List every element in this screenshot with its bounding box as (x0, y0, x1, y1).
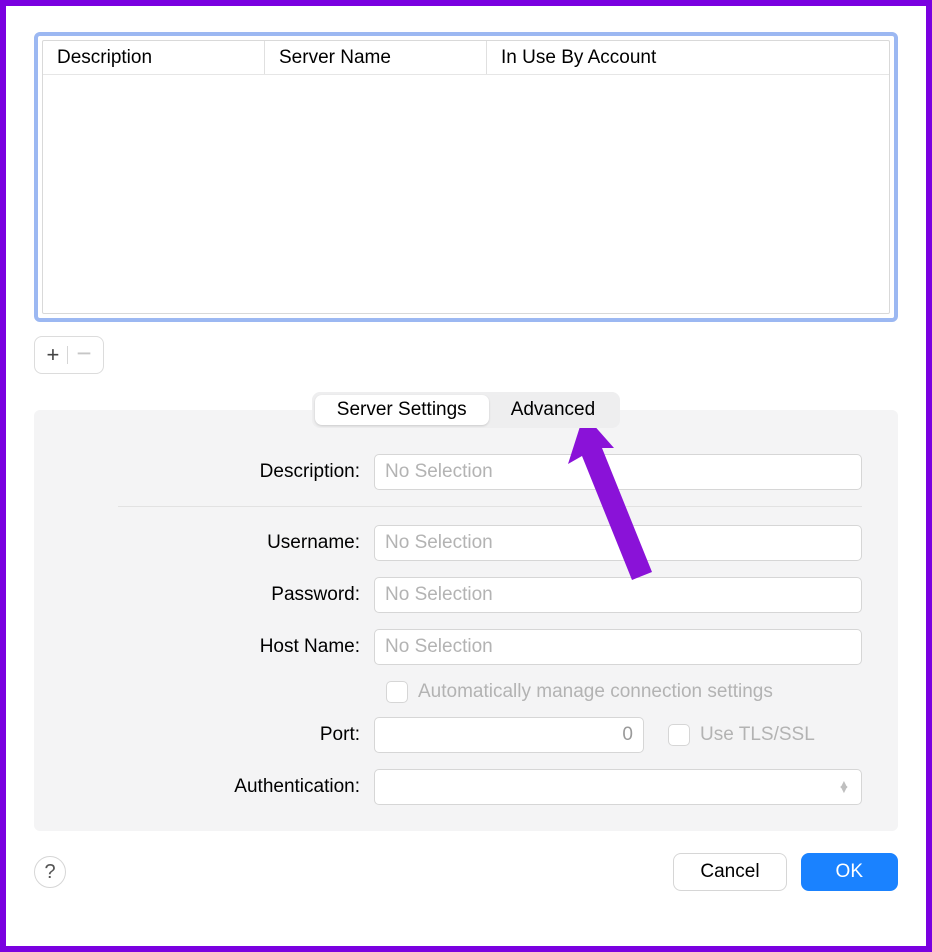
username-label: Username: (70, 532, 360, 554)
table-header-row: Description Server Name In Use By Accoun… (43, 41, 889, 75)
select-arrows-icon: ▲▼ (837, 782, 851, 793)
toolbar-divider (67, 346, 68, 364)
add-server-button[interactable]: + (46, 344, 59, 366)
mail-server-settings-dialog: Description Server Name In Use By Accoun… (0, 0, 932, 952)
cancel-button[interactable]: Cancel (673, 853, 786, 891)
server-list-focus-ring: Description Server Name In Use By Accoun… (34, 32, 898, 322)
authentication-select[interactable]: ▲▼ (374, 769, 862, 805)
description-input[interactable] (374, 454, 862, 490)
form-divider (118, 506, 862, 507)
port-label: Port: (70, 724, 360, 746)
column-header-in-use[interactable]: In Use By Account (487, 41, 889, 74)
tls-checkbox[interactable] (668, 724, 690, 746)
ok-button[interactable]: OK (801, 853, 898, 891)
dialog-footer: ? Cancel OK (34, 853, 898, 891)
column-header-description[interactable]: Description (43, 41, 265, 74)
tls-label: Use TLS/SSL (700, 724, 815, 746)
hostname-input[interactable] (374, 629, 862, 665)
tab-server-settings[interactable]: Server Settings (315, 395, 489, 425)
auto-manage-row: Automatically manage connection settings (386, 681, 862, 703)
settings-panel: Description: Username: Password: Host Na… (34, 410, 898, 831)
port-input[interactable] (374, 717, 644, 753)
username-input[interactable] (374, 525, 862, 561)
tab-bar: Server Settings Advanced (34, 392, 898, 428)
password-input[interactable] (374, 577, 862, 613)
add-remove-toolbar: + − (34, 336, 104, 374)
password-label: Password: (70, 584, 360, 606)
help-button[interactable]: ? (34, 856, 66, 888)
server-list-body[interactable] (43, 75, 889, 313)
authentication-label: Authentication: (70, 776, 360, 798)
hostname-label: Host Name: (70, 636, 360, 658)
column-header-server-name[interactable]: Server Name (265, 41, 487, 74)
auto-manage-label: Automatically manage connection settings (418, 681, 773, 703)
remove-server-button: − (76, 340, 91, 366)
description-label: Description: (70, 461, 360, 483)
server-list-table[interactable]: Description Server Name In Use By Accoun… (42, 40, 890, 314)
auto-manage-checkbox[interactable] (386, 681, 408, 703)
tab-advanced[interactable]: Advanced (489, 395, 618, 425)
